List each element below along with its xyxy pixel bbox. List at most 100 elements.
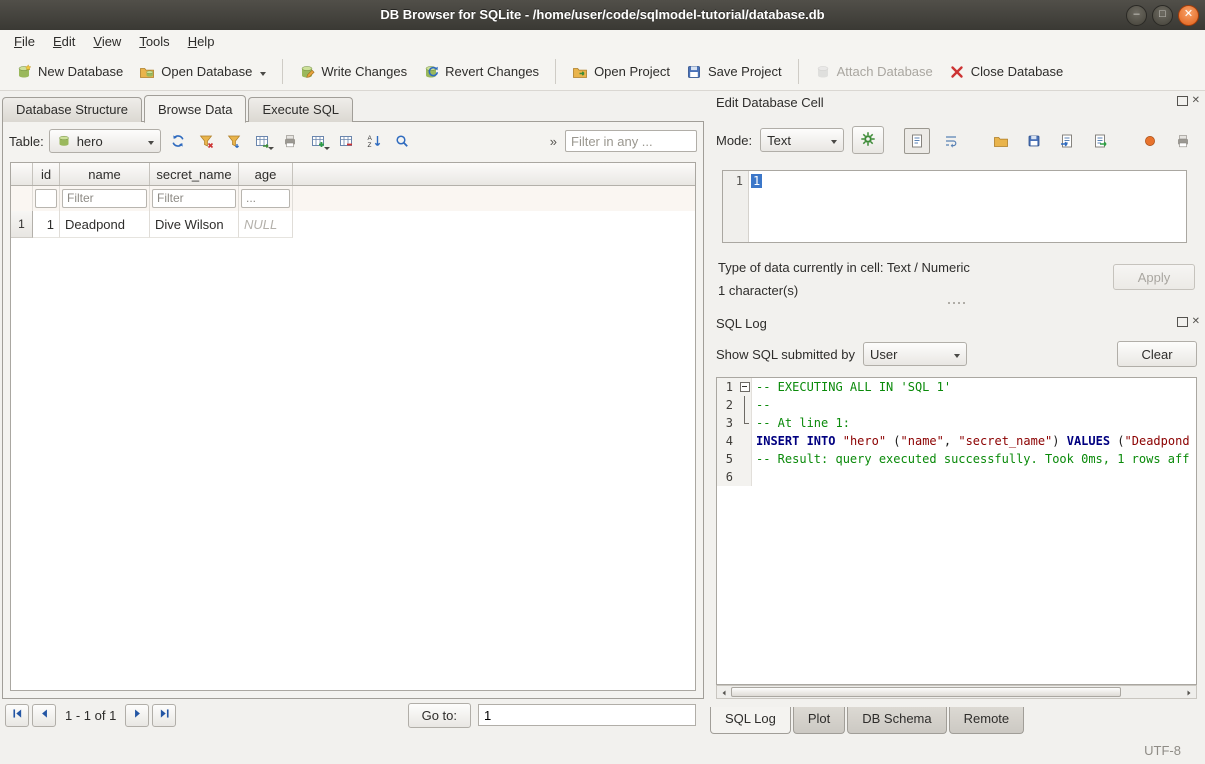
- save-project-button[interactable]: Save Project: [678, 59, 790, 85]
- open-project-button[interactable]: Open Project: [564, 59, 678, 85]
- close-button[interactable]: ✕: [1178, 5, 1199, 26]
- edit-cell-title: Edit Database Cell: [716, 95, 824, 110]
- filter-cell-age: ...: [239, 186, 293, 211]
- column-header-age[interactable]: age: [239, 163, 293, 185]
- tab-browse-data[interactable]: Browse Data: [144, 95, 246, 123]
- revert-changes-label: Revert Changes: [445, 64, 539, 79]
- menu-view[interactable]: View: [84, 32, 130, 51]
- word-wrap-icon[interactable]: [939, 129, 963, 153]
- save-filter-icon[interactable]: [222, 129, 246, 153]
- first-page-button[interactable]: [5, 704, 29, 727]
- last-page-button[interactable]: [152, 704, 176, 727]
- write-changes-icon: [299, 64, 315, 80]
- open-database-label: Open Database: [161, 64, 252, 79]
- fold-collapse-icon[interactable]: [737, 378, 752, 396]
- dock-splitter-handle[interactable]: [708, 302, 1205, 304]
- text-mode-icon[interactable]: [904, 128, 930, 154]
- goto-input[interactable]: [478, 704, 696, 726]
- menu-edit[interactable]: Edit: [44, 32, 84, 51]
- clear-filters-icon[interactable]: [194, 129, 218, 153]
- title-bar[interactable]: DB Browser for SQLite - /home/user/code/…: [0, 0, 1205, 31]
- sql-log-editor[interactable]: 1-- EXECUTING ALL IN 'SQL 1'2--3-- At li…: [716, 377, 1197, 685]
- export-table-icon[interactable]: [250, 129, 274, 153]
- apply-button: Apply: [1113, 264, 1195, 290]
- sql-log-dock-buttons: ✕: [1177, 317, 1200, 327]
- close-database-button[interactable]: Close Database: [941, 59, 1072, 85]
- close-panel-icon[interactable]: ✕: [1192, 96, 1200, 106]
- attach-database-button: Attach Database: [807, 59, 941, 85]
- filter-input-name[interactable]: Filter: [62, 189, 147, 208]
- scroll-right-icon[interactable]: [1182, 686, 1196, 698]
- sort-icon[interactable]: AZ: [362, 129, 386, 153]
- column-header-secret-name[interactable]: secret_name: [150, 163, 239, 185]
- right-dock: Edit Database Cell ✕ Mode: Text 1 1 Type…: [708, 90, 1205, 764]
- find-icon[interactable]: [390, 129, 414, 153]
- cell-editor[interactable]: 1 1: [722, 170, 1187, 243]
- goto-label: Go to:: [422, 708, 457, 723]
- tab-db-schema[interactable]: DB Schema: [847, 707, 946, 734]
- mode-select[interactable]: Text: [760, 128, 844, 152]
- toolbar-separator: [282, 59, 283, 84]
- clear-log-button[interactable]: Clear: [1117, 341, 1197, 367]
- insert-record-icon[interactable]: [306, 129, 330, 153]
- open-file-icon[interactable]: [989, 129, 1013, 153]
- tab-execute-sql[interactable]: Execute SQL: [248, 97, 353, 122]
- tab-database-structure[interactable]: Database Structure: [2, 97, 142, 122]
- line-number: 2: [717, 396, 737, 414]
- save-file-icon[interactable]: [1022, 129, 1046, 153]
- sql-token: INSERT INTO: [756, 434, 835, 448]
- log-line: 2--: [717, 396, 1196, 414]
- export-icon[interactable]: [1088, 129, 1112, 153]
- table-select[interactable]: hero: [49, 129, 161, 153]
- menu-file[interactable]: File: [5, 32, 44, 51]
- cell-age[interactable]: NULL: [239, 211, 293, 238]
- column-header-name[interactable]: name: [60, 163, 150, 185]
- scroll-left-icon[interactable]: [717, 686, 731, 698]
- float-panel-icon[interactable]: [1177, 317, 1188, 327]
- import-icon[interactable]: [1055, 129, 1079, 153]
- toolbar-overflow-icon[interactable]: »: [547, 134, 560, 149]
- next-page-button[interactable]: [125, 704, 149, 727]
- log-text: -- EXECUTING ALL IN 'SQL 1': [752, 378, 1196, 396]
- delete-record-icon[interactable]: [334, 129, 358, 153]
- tab-sql-log[interactable]: SQL Log: [710, 707, 791, 734]
- svg-text:Z: Z: [367, 142, 371, 149]
- cell-secret-name[interactable]: Dive Wilson: [150, 211, 239, 238]
- open-database-button[interactable]: Open Database: [131, 59, 274, 85]
- maximize-button[interactable]: □: [1152, 5, 1173, 26]
- filter-cell-name: Filter: [60, 186, 150, 211]
- minimize-button[interactable]: –: [1126, 5, 1147, 26]
- goto-button[interactable]: Go to:: [408, 703, 471, 728]
- column-header-id[interactable]: id: [33, 163, 60, 185]
- sql-token: (: [886, 434, 900, 448]
- filter-input-age[interactable]: ...: [241, 189, 290, 208]
- filter-input-id[interactable]: [35, 189, 57, 208]
- tab-remote[interactable]: Remote: [949, 707, 1025, 734]
- line-number: 5: [717, 450, 737, 468]
- filter-any-input[interactable]: [565, 130, 697, 152]
- menu-help[interactable]: Help: [179, 32, 224, 51]
- cell-id[interactable]: 1: [33, 211, 60, 238]
- auto-apply-button[interactable]: [852, 126, 884, 154]
- open-project-icon: [572, 64, 588, 80]
- print-icon[interactable]: [1171, 129, 1195, 153]
- print-icon[interactable]: [278, 129, 302, 153]
- revert-changes-button[interactable]: Revert Changes: [415, 59, 547, 85]
- write-changes-button[interactable]: Write Changes: [291, 59, 415, 85]
- prev-page-button[interactable]: [32, 704, 56, 727]
- close-panel-icon[interactable]: ✕: [1192, 317, 1200, 327]
- sql-log-hscrollbar[interactable]: [716, 685, 1197, 699]
- menu-tools[interactable]: Tools: [130, 32, 178, 51]
- scrollbar-thumb[interactable]: [731, 687, 1121, 697]
- float-panel-icon[interactable]: [1177, 96, 1188, 106]
- data-grid: idnamesecret_nameage FilterFilter... 11D…: [10, 162, 696, 691]
- refresh-icon[interactable]: [166, 129, 190, 153]
- new-database-button[interactable]: New Database: [8, 59, 131, 85]
- sql-token: (: [1110, 434, 1124, 448]
- row-number[interactable]: 1: [11, 211, 33, 238]
- set-null-icon[interactable]: [1138, 129, 1162, 153]
- cell-name[interactable]: Deadpond: [60, 211, 150, 238]
- tab-plot[interactable]: Plot: [793, 707, 845, 734]
- filter-input-secret-name[interactable]: Filter: [152, 189, 236, 208]
- sql-source-select[interactable]: User: [863, 342, 967, 366]
